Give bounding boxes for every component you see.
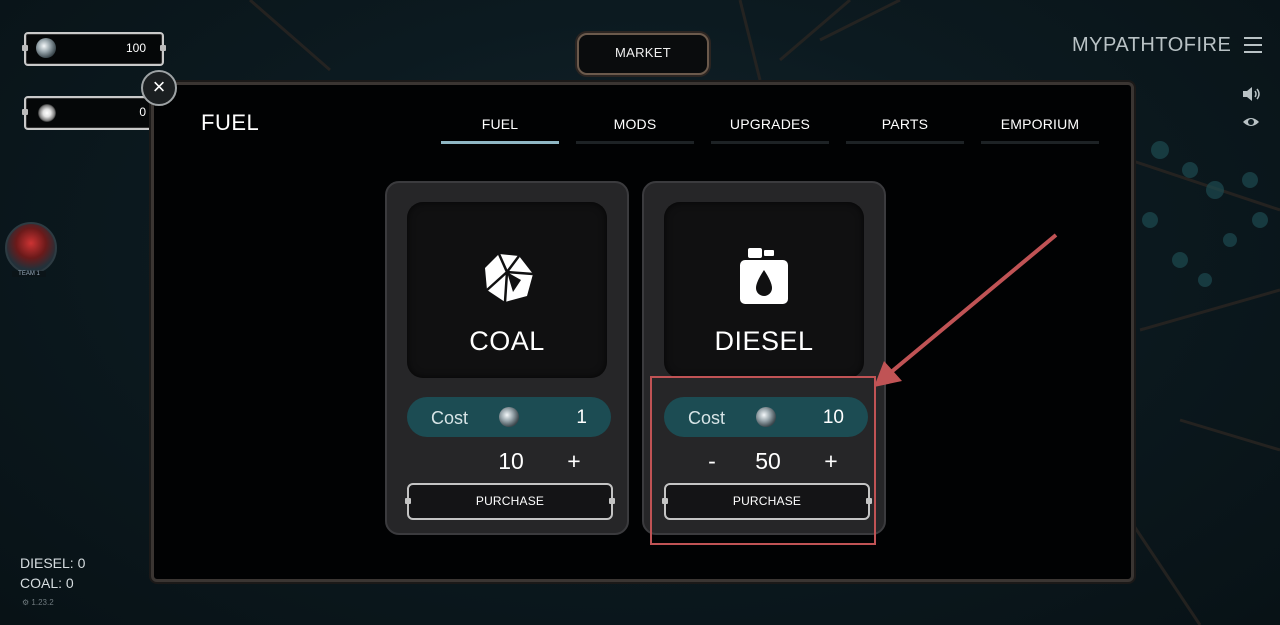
tab-label: EMPORIUM (1000, 116, 1080, 132)
tab-label: PARTS (881, 116, 929, 132)
diesel-status: DIESEL: 0 (20, 555, 86, 571)
coal-purchase-button[interactable]: PURCHASE (405, 483, 615, 520)
tab-fuel[interactable]: FUEL (441, 116, 559, 144)
speaker-icon[interactable] (1242, 86, 1262, 102)
silver-coin-icon (499, 407, 519, 427)
hamburger-menu-icon[interactable] (1244, 37, 1262, 53)
spark-value: 0 (139, 105, 146, 119)
tab-mods[interactable]: MODS (576, 116, 694, 144)
version-label: ⚙ 1.23.2 (22, 598, 54, 607)
quantity-value: 10 (498, 448, 524, 474)
cost-label: Cost (431, 408, 469, 428)
spark-icon (38, 104, 56, 122)
settings-icon: ⚙ (22, 598, 32, 607)
fuel-status: DIESEL: 0 COAL: 0 (20, 553, 85, 593)
spark-counter: 0 (22, 96, 164, 130)
diesel-image: DIESEL (664, 202, 864, 378)
purchase-label: PURCHASE (475, 494, 545, 508)
tab-parts[interactable]: PARTS (846, 116, 964, 144)
close-button[interactable]: × (141, 70, 177, 106)
coal-card: COAL Cost 1 10 + PURCHASE (385, 181, 629, 535)
tab-upgrades[interactable]: UPGRADES (711, 116, 829, 144)
tab-emporium[interactable]: EMPORIUM (981, 116, 1099, 144)
coal-name: COAL (469, 326, 545, 356)
silver-coin-icon (36, 38, 56, 58)
coal-image: COAL (407, 202, 607, 378)
version-value: 1.23.2 (31, 598, 54, 607)
market-tab[interactable]: MARKET (577, 33, 709, 75)
panel-title: FUEL (201, 110, 260, 135)
team-avatar[interactable] (5, 222, 57, 274)
brand-title: MYPATHTOFIRE (1072, 34, 1232, 56)
diesel-name: DIESEL (714, 326, 814, 356)
increase-button[interactable]: + (563, 448, 585, 475)
annotation-arrow-icon (874, 233, 1058, 387)
annotation-highlight-box (650, 376, 876, 545)
coins-counter: 100 (22, 32, 166, 66)
tab-label: UPGRADES (729, 116, 811, 132)
tab-label: FUEL (481, 116, 519, 132)
eye-icon[interactable] (1242, 115, 1260, 129)
cost-value: 1 (576, 407, 587, 428)
coal-icon (485, 253, 534, 303)
coins-value: 100 (125, 41, 146, 55)
coal-cost: Cost 1 (407, 397, 611, 437)
coal-quantity-stepper: 10 + (407, 448, 611, 476)
coal-status: COAL: 0 (20, 575, 74, 591)
team-avatar-label: TEAM 1 (12, 271, 46, 277)
close-icon: × (152, 74, 166, 99)
fuel-can-icon (740, 248, 788, 304)
tab-label: MODS (613, 116, 657, 132)
